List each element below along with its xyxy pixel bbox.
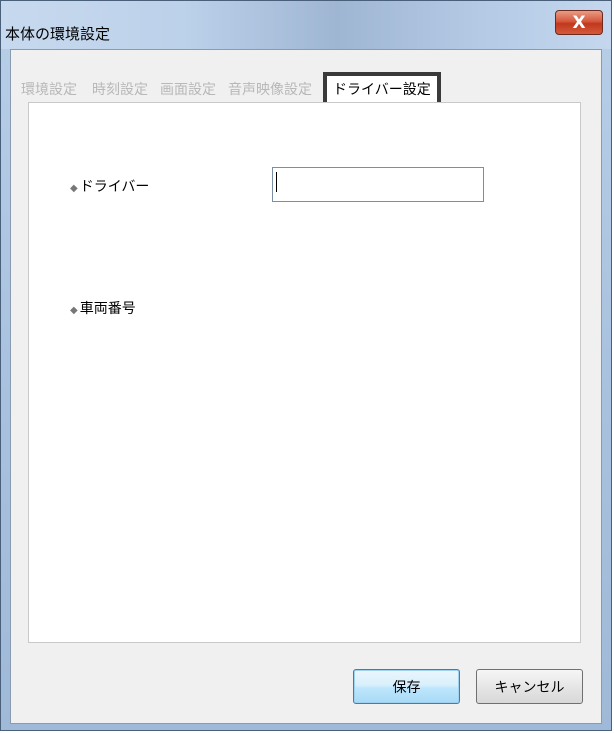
vehicle-number-input[interactable] — [272, 287, 484, 322]
close-button[interactable]: X — [555, 10, 603, 35]
close-icon: X — [572, 12, 586, 33]
window-title: 本体の環境設定 — [5, 25, 111, 43]
save-button[interactable]: 保存 — [353, 669, 460, 704]
cancel-button[interactable]: キャンセル — [476, 669, 583, 704]
tab-environment[interactable]: 環境設定 — [21, 78, 77, 102]
settings-dialog: 本体の環境設定 X 環境設定 時刻設定 画面設定 音声映像設定 ドライバー設定 — [0, 0, 612, 731]
tab-display[interactable]: 画面設定 — [160, 78, 216, 102]
text-caret — [276, 172, 277, 192]
tab-audio-video[interactable]: 音声映像設定 — [228, 78, 312, 102]
bullet-icon: ◆ — [70, 183, 78, 194]
tab-driver[interactable]: ドライバー設定 — [323, 72, 441, 102]
title-bar[interactable]: 本体の環境設定 X — [1, 1, 611, 49]
tab-time[interactable]: 時刻設定 — [92, 78, 148, 102]
driver-label: ◆ ドライバー — [70, 179, 150, 195]
bullet-icon: ◆ — [70, 305, 78, 316]
dialog-body: 環境設定 時刻設定 画面設定 音声映像設定 ドライバー設定 — [10, 49, 602, 724]
vehicle-number-label: ◆ 車両番号 — [70, 301, 136, 317]
driver-input[interactable] — [272, 167, 484, 202]
